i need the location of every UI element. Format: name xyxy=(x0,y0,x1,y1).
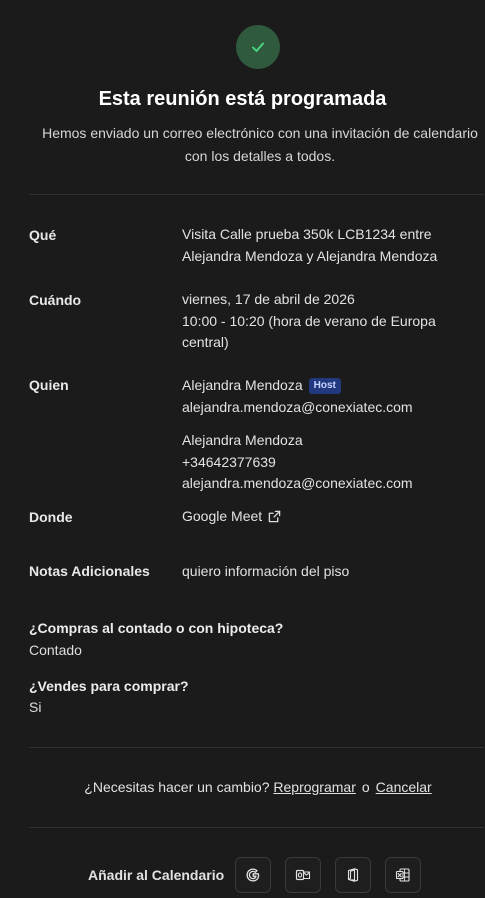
when-line-2: 10:00 - 10:20 (hora de verano de Europa xyxy=(182,312,436,329)
who-host: Alejandra Mendoza Host alejandra.mendoza@… xyxy=(182,375,413,418)
who-label: Quien xyxy=(29,377,69,393)
change-row: ¿Necesitas hacer un cambio? Reprogramar o… xyxy=(0,779,485,795)
attendee-phone[interactable]: +34642377639 xyxy=(182,452,413,474)
attendee-email[interactable]: alejandra.mendoza@conexiatec.com xyxy=(182,473,413,495)
office365-calendar-button[interactable] xyxy=(335,857,371,893)
google-meet-link[interactable]: Google Meet xyxy=(182,506,281,528)
divider-bottom xyxy=(29,827,484,828)
when-line-3: central) xyxy=(182,334,229,350)
google-icon xyxy=(246,868,260,882)
divider-middle xyxy=(29,747,484,748)
outlook-calendar-button[interactable] xyxy=(285,857,321,893)
cancel-link[interactable]: Cancelar xyxy=(376,779,432,795)
host-name: Alejandra Mendoza xyxy=(182,377,303,393)
add-to-calendar-label: Añadir al Calendario xyxy=(88,867,225,883)
add-to-calendar-row: Añadir al Calendario xyxy=(0,856,485,894)
notes-label: Notas Adicionales xyxy=(29,563,150,579)
where-value: Google Meet xyxy=(182,506,281,528)
what-value: Visita Calle prueba 350k LCB1234 entre A… xyxy=(182,224,437,267)
office-icon xyxy=(347,868,359,882)
where-label: Donde xyxy=(29,509,73,525)
confirmation-subtitle: Hemos enviado un correo electrónico con … xyxy=(42,125,478,164)
what-line-2: Alejandra Mendoza y Alejandra Mendoza xyxy=(182,247,438,264)
when-value: viernes, 17 de abril de 2026 10:00 - 10:… xyxy=(182,289,436,354)
booking-confirmation: Esta reunión está programada Hemos envia… xyxy=(0,0,485,898)
answer-1: Contado xyxy=(29,642,82,658)
outlook-icon xyxy=(295,869,311,881)
notes-value: quiero información del piso xyxy=(182,563,350,579)
host-email[interactable]: alejandra.mendoza@conexiatec.com xyxy=(182,397,413,419)
question-1: ¿Compras al contado o con hipoteca? xyxy=(29,620,284,636)
ics-download-button[interactable] xyxy=(385,857,421,893)
external-link-icon xyxy=(268,510,281,523)
what-label: Qué xyxy=(29,227,57,243)
who-attendee: Alejandra Mendoza +34642377639 alejandra… xyxy=(182,430,413,495)
answer-2: Si xyxy=(29,699,42,715)
or-separator: o xyxy=(361,779,370,795)
success-check-circle xyxy=(236,25,280,69)
divider-top xyxy=(29,194,484,195)
check-icon xyxy=(252,42,264,52)
when-line-1: viernes, 17 de abril de 2026 xyxy=(182,291,355,307)
change-prompt: ¿Necesitas hacer un cambio? xyxy=(84,779,270,795)
attendee-name: Alejandra Mendoza xyxy=(182,432,303,448)
google-meet-link-label: Google Meet xyxy=(182,508,263,524)
question-2: ¿Vendes para comprar? xyxy=(29,678,189,694)
google-calendar-button[interactable] xyxy=(235,857,271,893)
reschedule-link[interactable]: Reprogramar xyxy=(273,779,355,795)
when-label: Cuándo xyxy=(29,292,82,308)
host-badge: Host xyxy=(308,378,341,394)
ics-file-icon xyxy=(395,868,410,882)
page-title: Esta reunión está programada xyxy=(98,88,387,110)
what-line-1: Visita Calle prueba 350k LCB1234 entre xyxy=(182,226,432,242)
